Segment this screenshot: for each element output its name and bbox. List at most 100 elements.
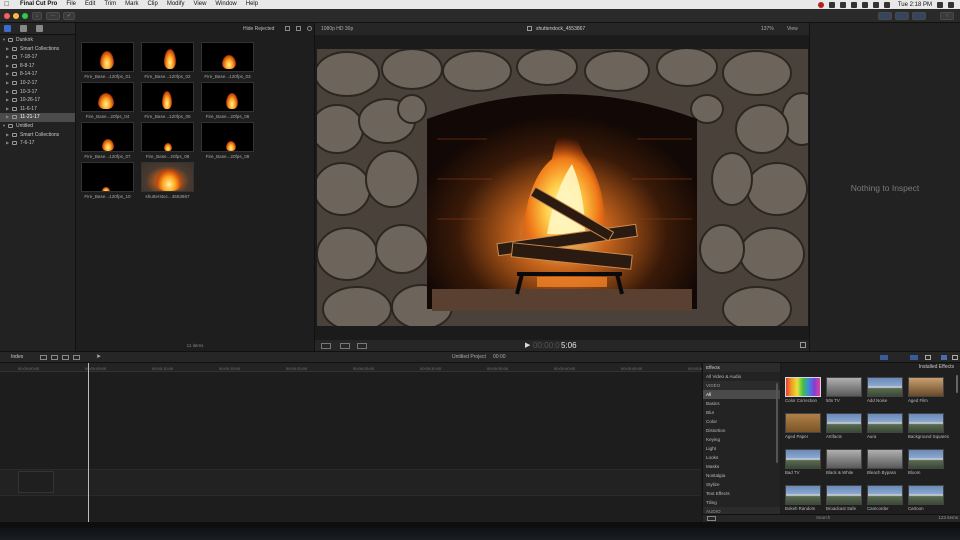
effects-category-item[interactable]: All Video & Audio <box>703 372 780 381</box>
menu-edit[interactable]: Edit <box>85 0 95 9</box>
effect-thumbnail[interactable] <box>785 449 821 469</box>
effect-item[interactable]: Bloom <box>908 449 944 475</box>
background-tasks-button[interactable]: ✓ <box>63 12 75 20</box>
playhead[interactable] <box>88 363 89 522</box>
disclosure-closed-icon[interactable]: ▶ <box>6 45 9 54</box>
keyword-button[interactable]: ⋯ <box>46 12 60 20</box>
view-options-icon[interactable] <box>321 343 331 349</box>
effect-thumbnail[interactable] <box>826 377 862 397</box>
timecode-display[interactable]: 5:06 <box>561 341 577 350</box>
select-tool-icon[interactable]: ➤ <box>96 353 101 360</box>
append-clip-icon[interactable] <box>62 355 69 360</box>
menu-mark[interactable]: Mark <box>125 0 138 9</box>
disclosure-closed-icon[interactable]: ▶ <box>6 105 9 114</box>
primary-storyline[interactable] <box>0 469 701 496</box>
disclosure-closed-icon[interactable]: ▶ <box>6 96 9 105</box>
clip-item[interactable]: Fire_Base...120fps_01 <box>81 42 134 79</box>
speed-icon[interactable] <box>357 343 367 349</box>
effects-category-item[interactable]: Distortion <box>703 426 780 435</box>
effects-scrollbar[interactable] <box>956 375 958 393</box>
search-icon[interactable] <box>937 1 943 8</box>
disclosure-closed-icon[interactable]: ▶ <box>6 113 9 122</box>
battery-icon[interactable] <box>883 1 890 8</box>
effects-category-item[interactable]: Light <box>703 444 780 453</box>
import-button[interactable]: ↓ <box>32 12 42 20</box>
clip-thumbnail[interactable] <box>141 162 194 192</box>
effect-item[interactable]: Color Correction <box>785 377 821 403</box>
clip-item[interactable]: Fire_Base...20fps_04 <box>81 82 134 119</box>
disclosure-closed-icon[interactable]: ▶ <box>6 53 9 62</box>
menu-app-name[interactable]: Final Cut Pro <box>20 0 57 9</box>
insert-clip-icon[interactable] <box>51 355 58 360</box>
smart-collections-item[interactable]: ▶ Smart Collections <box>0 131 75 140</box>
effects-category-item[interactable]: Nostalgia <box>703 471 780 480</box>
clip-thumbnail[interactable] <box>81 122 134 152</box>
installed-effects-dropdown[interactable]: Installed Effects <box>919 364 954 370</box>
disclosure-closed-icon[interactable]: ▶ <box>6 70 9 79</box>
effect-thumbnail[interactable] <box>867 413 903 433</box>
menu-help[interactable]: Help <box>246 0 258 9</box>
effects-category-item[interactable]: Looks <box>703 453 780 462</box>
libraries-tab-icon[interactable] <box>4 25 11 32</box>
status-icon[interactable] <box>817 1 824 8</box>
menu-file[interactable]: File <box>66 0 76 9</box>
effect-item[interactable]: Camcorder <box>867 485 903 511</box>
clip-item[interactable]: Fire_Base...120fps_03 <box>201 42 254 79</box>
library-item[interactable]: ▼ Dunkirk <box>0 36 75 45</box>
close-window-button[interactable] <box>4 13 10 19</box>
timeline-area[interactable]: 00:00:00:00 00:00:05:00 00:00:10:00 00:00:1… <box>0 363 709 525</box>
effect-item[interactable]: Bad TV <box>785 449 821 475</box>
photos-tab-icon[interactable] <box>20 25 27 32</box>
disclosure-closed-icon[interactable]: ▶ <box>6 79 9 88</box>
show-inspector-button[interactable] <box>912 12 926 20</box>
view-dropdown[interactable]: View <box>787 26 798 32</box>
effect-thumbnail[interactable] <box>867 485 903 505</box>
event-item[interactable]: ▶ 11-21-17 <box>0 113 75 122</box>
effect-item[interactable]: Cartoon <box>908 485 944 511</box>
show-timeline-button[interactable] <box>895 12 909 20</box>
fullscreen-icon[interactable] <box>800 342 806 348</box>
clip-thumbnail[interactable] <box>201 42 254 72</box>
clip-item[interactable]: Fire_Base...20fps_09 <box>201 122 254 159</box>
effect-thumbnail[interactable] <box>867 377 903 397</box>
effect-item[interactable]: Aged Paper <box>785 413 821 439</box>
minimize-window-button[interactable] <box>13 13 19 19</box>
clip-thumbnail[interactable] <box>141 82 194 112</box>
connect-clip-icon[interactable] <box>40 355 47 360</box>
event-item[interactable]: ▶ 7-6-17 <box>0 139 75 148</box>
effects-category-item[interactable]: Masks <box>703 462 780 471</box>
smart-collections-item[interactable]: ▶ Smart Collections <box>0 45 75 54</box>
overwrite-clip-icon[interactable] <box>73 355 80 360</box>
effect-thumbnail[interactable] <box>785 377 821 397</box>
disclosure-closed-icon[interactable]: ▶ <box>6 62 9 71</box>
effect-item[interactable]: Bokeh Random <box>785 485 821 511</box>
disclosure-closed-icon[interactable]: ▶ <box>6 131 9 140</box>
effects-category-item[interactable]: Text Effects <box>703 489 780 498</box>
menu-trim[interactable]: Trim <box>104 0 116 9</box>
list-view-icon[interactable] <box>296 26 301 31</box>
audio-skimming-icon[interactable] <box>880 355 888 360</box>
disclosure-closed-icon[interactable]: ▶ <box>6 88 9 97</box>
effects-category-item[interactable]: Color <box>703 417 780 426</box>
filter-dropdown[interactable]: Hide Rejected <box>243 26 274 32</box>
effect-thumbnail[interactable] <box>826 413 862 433</box>
effects-search-field[interactable]: Search <box>816 515 830 520</box>
clip-thumbnail[interactable] <box>81 42 134 72</box>
clip-appearance-icon[interactable] <box>285 26 290 31</box>
transitions-browser-icon[interactable] <box>952 355 958 360</box>
effect-item[interactable]: Artifacts <box>826 413 862 439</box>
clip-item[interactable]: Fire_Base...120fps_10 <box>81 162 134 199</box>
clip-item[interactable]: shutterstoc...4553867 <box>141 162 194 199</box>
disclosure-closed-icon[interactable]: ▶ <box>6 139 9 148</box>
effect-item[interactable]: Black & White <box>826 449 862 475</box>
clip-thumbnail[interactable] <box>141 122 194 152</box>
effect-thumbnail[interactable] <box>908 377 944 397</box>
effects-category-item[interactable]: Keying <box>703 435 780 444</box>
titles-tab-icon[interactable] <box>36 25 43 32</box>
menu-view[interactable]: View <box>194 0 207 9</box>
disclosure-open-icon[interactable]: ▼ <box>2 122 6 131</box>
effect-item[interactable]: Bleach Bypass <box>867 449 903 475</box>
sidebar-toggle-icon[interactable] <box>707 516 716 521</box>
apple-icon[interactable]:  <box>4 1 14 8</box>
index-button[interactable]: Index <box>11 354 23 360</box>
